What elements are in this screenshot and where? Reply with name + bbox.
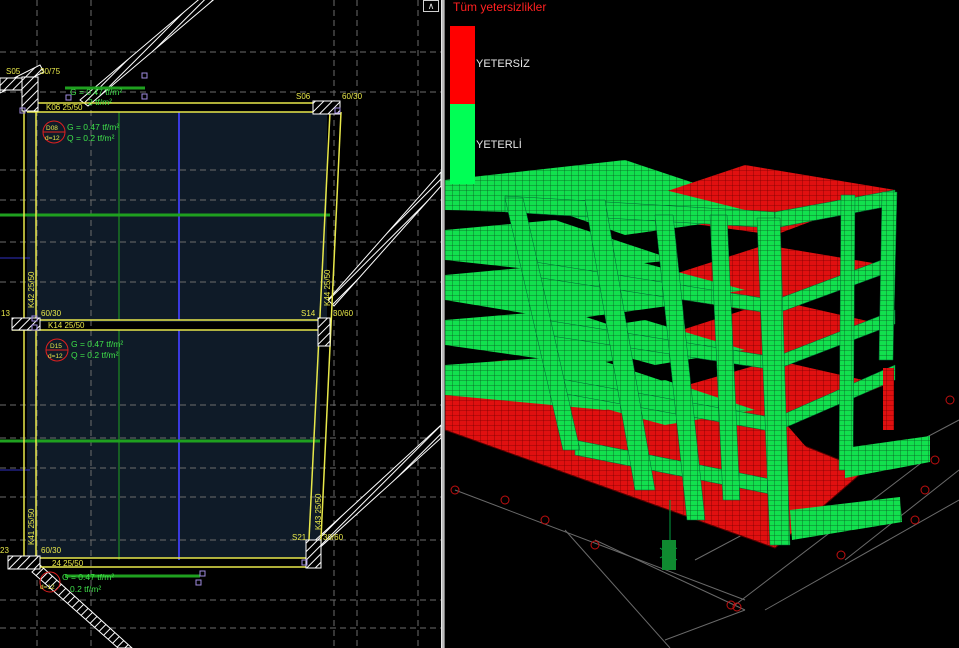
column-left-partial	[0, 77, 23, 91]
slab-d15-id: D15	[50, 343, 62, 350]
slab-top-g: G = 0.47 tf/m²	[70, 87, 122, 97]
slab-bottom-q: 0.2 tf/m²	[70, 584, 101, 594]
beam-label-right-upper: K44 25/50	[323, 269, 332, 306]
column-s13	[11, 317, 41, 331]
legend-title: Tüm yetersizlikler	[453, 0, 547, 14]
col-size-s20: 60/30	[41, 546, 62, 555]
legend-insufficient-swatch	[450, 26, 475, 104]
col-size-s06: 60/30	[342, 92, 363, 101]
legend-sufficient-swatch	[450, 104, 475, 184]
beam-label-mid: K14 25/50	[48, 321, 85, 330]
slab-bottom-g: G = 0.47 tf/m²	[62, 572, 114, 582]
inadequate-column	[883, 368, 894, 430]
column-s21	[305, 539, 322, 569]
column-s05	[21, 76, 39, 112]
col-label-s20: 23	[0, 546, 9, 555]
footings	[662, 540, 676, 570]
beam-label-left-lower: K41 25/50	[27, 508, 36, 545]
col-size-s14: 30/60	[333, 309, 354, 318]
legend-insufficient-label: YETERSİZ	[476, 58, 530, 70]
beam-label-top: K06 25/50	[46, 103, 83, 112]
col-label-s14: S14	[301, 309, 316, 318]
col-size-s05: 30/75	[40, 67, 61, 76]
col-label-s21: S21	[292, 533, 307, 542]
col-size-s13: 60/30	[41, 309, 62, 318]
slab-d15-thickness: d=12	[48, 353, 63, 360]
plan-view-pane[interactable]: S05 30/75 S06 60/30 13 60/30 S14 30/60 2…	[0, 0, 441, 648]
column-s20	[7, 555, 41, 570]
collapse-button[interactable]: ∧	[423, 0, 439, 12]
slab-d08-area	[27, 112, 327, 322]
column-s14	[317, 317, 331, 347]
slab-d08-thickness: d=12	[45, 135, 60, 142]
slab-d15-area	[27, 330, 320, 558]
model-view-pane[interactable]: Tüm yetersizlikler YETERSİZ YETERLİ	[445, 0, 959, 648]
beam-label-bottom: 24 25/50	[52, 559, 84, 568]
col-label-s05: S05	[6, 67, 21, 76]
plan-drawing[interactable]: S05 30/75 S06 60/30 13 60/30 S14 30/60 2…	[0, 0, 441, 648]
slab-top-q: 2 tf/m²	[88, 97, 112, 107]
slab-d15-q: Q = 0.2 tf/m²	[71, 350, 119, 360]
slab-d08-q: Q = 0.2 tf/m²	[67, 133, 115, 143]
beam-label-right-lower: K43 25/50	[314, 493, 323, 530]
slab-d15-g: G = 0.47 tf/m²	[71, 339, 123, 349]
slab-d08-id: D08	[46, 125, 58, 132]
col-label-s06: S06	[296, 92, 311, 101]
slab-d08-g: G = 0.47 tf/m²	[67, 122, 119, 132]
model-3d[interactable]	[445, 0, 959, 648]
col-label-s13: 13	[1, 309, 10, 318]
legend-sufficient-label: YETERLİ	[476, 139, 522, 151]
col-size-s21: 30/60	[323, 533, 344, 542]
beam-label-left-upper: K42 25/50	[27, 271, 36, 308]
slab-bottom-thickness: d=12	[40, 584, 55, 591]
